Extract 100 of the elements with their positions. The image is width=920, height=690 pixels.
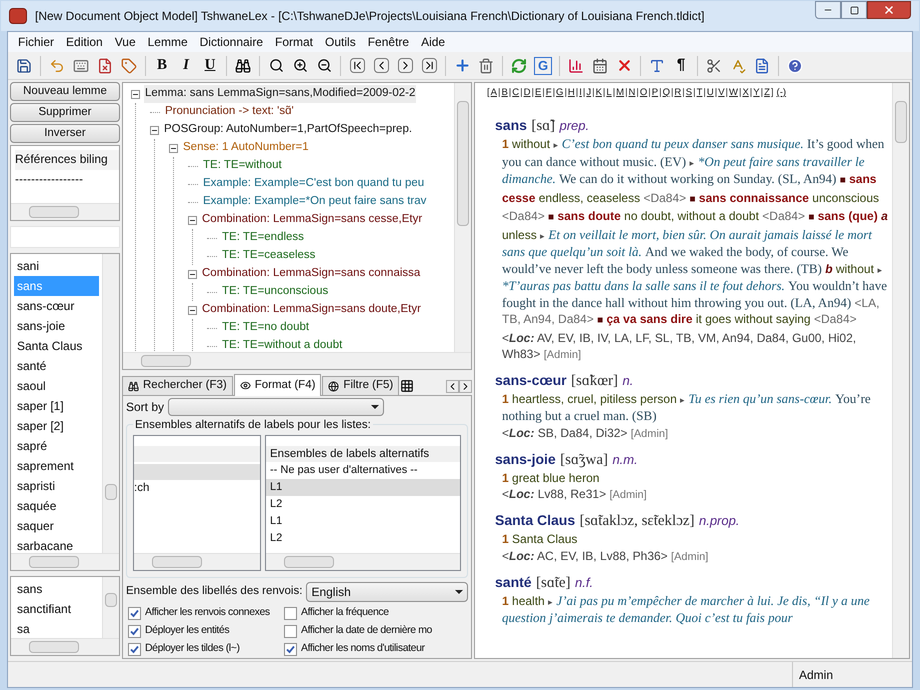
panel-tab[interactable]: Filtre (F5): [322, 376, 400, 395]
lemma-list-item[interactable]: sani: [14, 256, 99, 276]
tree-node[interactable]: TE: TE=without: [202, 157, 283, 175]
alphabet-link[interactable]: W: [728, 86, 739, 100]
list-item[interactable]: Références biling: [15, 150, 119, 170]
alphabet-link[interactable]: O: [638, 86, 648, 100]
g-button[interactable]: G: [534, 56, 552, 74]
list-item[interactable]: L1: [266, 479, 460, 496]
checkbox[interactable]: [128, 624, 141, 638]
tree-node[interactable]: Sense: 1 AutoNumber=1: [182, 139, 310, 157]
list-item[interactable]: -- Ne pas user d'alternatives --: [266, 462, 460, 479]
horizontal-scrollbar[interactable]: [11, 203, 119, 220]
tree-node[interactable]: Example: Example=*On peut faire sans trav: [202, 193, 428, 211]
tree-node[interactable]: TE: TE=unconscious: [221, 283, 330, 301]
lemma-list-item[interactable]: Santa Claus: [14, 336, 99, 356]
alphabet-link[interactable]: T: [696, 86, 704, 100]
lemma-list-item[interactable]: saprement: [14, 456, 99, 476]
menu-item[interactable]: Format: [269, 33, 320, 51]
vertical-scrollbar[interactable]: [454, 83, 471, 352]
tree-node[interactable]: TE: TE=no doubt: [221, 319, 310, 337]
checkbox[interactable]: [284, 642, 297, 656]
lemma-list-item[interactable]: sapré: [14, 436, 99, 456]
lemma-list-item[interactable]: sarbacane: [14, 536, 99, 556]
tree-node[interactable]: TE: TE=ceaseless: [221, 247, 316, 265]
vertical-scrollbar[interactable]: [892, 83, 909, 658]
alphabet-link[interactable]: B: [500, 86, 509, 100]
menu-item[interactable]: Fenêtre: [362, 33, 416, 51]
list-item[interactable]: L2: [266, 530, 460, 547]
lemma-list-item[interactable]: saper [2]: [14, 416, 99, 436]
collapse-toggle[interactable]: [169, 144, 178, 152]
close-button[interactable]: [867, 1, 911, 19]
action-button[interactable]: Inverser: [10, 124, 120, 143]
lemma-list-item[interactable]: saquée: [14, 496, 99, 516]
horizontal-scrollbar[interactable]: [123, 352, 471, 369]
alphabet-link[interactable]: V: [717, 86, 726, 100]
alphabet-link[interactable]: U: [706, 86, 715, 100]
alphabet-link[interactable]: Y: [752, 86, 761, 100]
menu-item[interactable]: Edition: [60, 33, 109, 51]
list-item[interactable]: L1: [266, 513, 460, 530]
collapse-toggle[interactable]: [131, 90, 140, 98]
alphabet-link[interactable]: M: [615, 86, 626, 100]
menu-item[interactable]: Fichier: [12, 33, 60, 51]
scroll-left-icon[interactable]: [446, 380, 459, 393]
vertical-scrollbar[interactable]: [102, 577, 119, 638]
horizontal-scrollbar[interactable]: [266, 553, 460, 570]
tree-node[interactable]: Pronunciation -> text: 'sɑ̃': [164, 103, 295, 121]
alphabet-link[interactable]: (-): [774, 86, 786, 100]
sort-dropdown[interactable]: [168, 398, 384, 416]
tree-node[interactable]: TE: TE=without a doubt: [221, 337, 344, 352]
menu-item[interactable]: Dictionnaire: [194, 33, 270, 51]
history-item[interactable]: sa: [17, 619, 96, 639]
menu-item[interactable]: Lemme: [142, 33, 194, 51]
horizontal-scrollbar[interactable]: [11, 638, 119, 655]
search-field[interactable]: [10, 226, 120, 248]
lemma-list-item[interactable]: sans-joie: [14, 316, 99, 336]
menu-item[interactable]: Outils: [319, 33, 362, 51]
alphabet-link[interactable]: R: [673, 86, 682, 100]
checkbox[interactable]: [128, 606, 141, 620]
alphabet-link[interactable]: S: [684, 86, 694, 100]
collapse-toggle[interactable]: [188, 306, 197, 314]
horizontal-scrollbar[interactable]: [134, 553, 260, 570]
scroll-right-icon[interactable]: [459, 380, 472, 393]
history-item[interactable]: sanctifiant: [17, 599, 96, 619]
menu-item[interactable]: Aide: [415, 33, 452, 51]
pilcrow-button[interactable]: ¶: [669, 54, 693, 78]
alphabet-link[interactable]: I: [578, 86, 583, 100]
action-button[interactable]: Nouveau lemme: [10, 82, 120, 101]
tree-node[interactable]: Lemma: sans LemmaSign=sans,Modified=2009-02-2: [144, 85, 416, 103]
collapse-toggle[interactable]: [188, 216, 197, 224]
lemma-list-item[interactable]: santé: [14, 356, 99, 376]
menu-item[interactable]: Vue: [108, 33, 142, 51]
checkbox[interactable]: [284, 606, 297, 620]
format-button[interactable]: B: [150, 54, 174, 78]
horizontal-scrollbar[interactable]: [11, 553, 119, 570]
history-item[interactable]: sans: [17, 579, 96, 599]
checkbox[interactable]: [284, 624, 297, 638]
tree-node[interactable]: Combination: LemmaSign=sans doute,Etyr: [201, 301, 422, 319]
action-button[interactable]: Supprimer: [10, 103, 120, 122]
alphabet-link[interactable]: P: [650, 86, 660, 100]
alphabet-link[interactable]: N: [628, 86, 636, 100]
panel-tab[interactable]: Format (F4): [234, 374, 322, 396]
maximize-button[interactable]: [841, 1, 867, 19]
alphabet-link[interactable]: E: [534, 86, 542, 100]
alphabet-link[interactable]: G: [555, 86, 564, 100]
lemma-list-item[interactable]: saoul: [14, 376, 99, 396]
tree-node[interactable]: Example: Example=C'est bon quand tu peu: [202, 175, 426, 193]
alphabet-link[interactable]: Z: [763, 86, 771, 100]
language-dropdown[interactable]: English: [306, 582, 468, 602]
alphabet-link[interactable]: X: [741, 86, 750, 100]
alphabet-link[interactable]: D: [522, 86, 532, 100]
alphabet-link[interactable]: J: [585, 86, 592, 100]
list-item[interactable]: :ch: [134, 480, 260, 497]
vertical-scrollbar[interactable]: [102, 254, 119, 553]
list-item[interactable]: L2: [266, 496, 460, 513]
format-button[interactable]: U: [198, 54, 222, 78]
lemma-list-item[interactable]: saper [1]: [14, 396, 99, 416]
collapse-toggle[interactable]: [188, 270, 197, 278]
tree-node[interactable]: POSGroup: AutoNumber=1,PartOfSpeech=prep.: [163, 121, 414, 139]
panel-tab[interactable]: Rechercher (F3): [122, 376, 233, 395]
alphabet-link[interactable]: A: [490, 86, 498, 100]
